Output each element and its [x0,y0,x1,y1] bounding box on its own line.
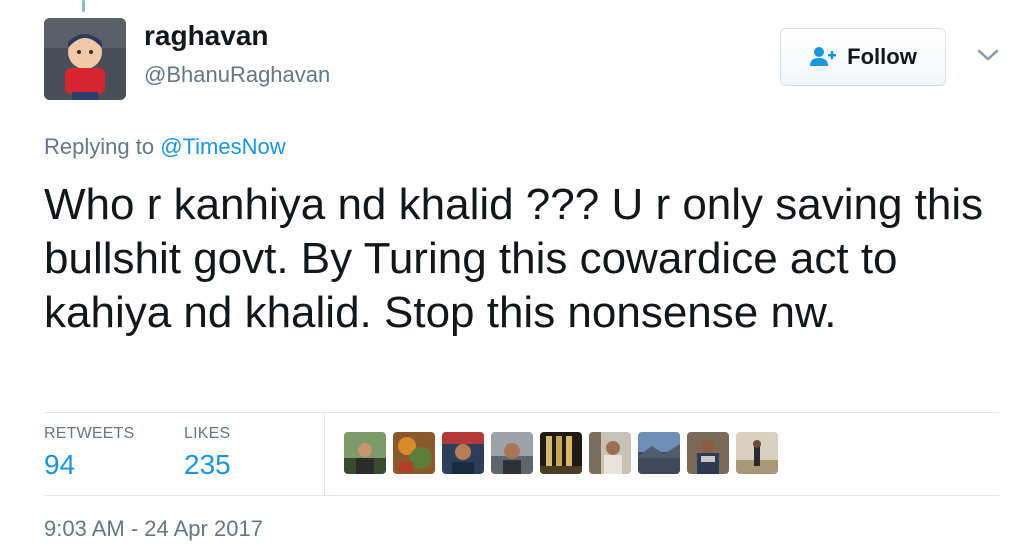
stats-divider [324,413,325,495]
replying-prefix: Replying to [44,134,155,159]
avatar-photo [44,18,126,100]
liker-avatars [344,432,778,474]
liker-avatar[interactable] [344,432,386,474]
add-user-icon [810,47,837,66]
liker-avatar[interactable] [393,432,435,474]
likes-count: 235 [184,449,231,480]
follow-button[interactable]: Follow [780,28,946,86]
author-screen-name[interactable]: @BhanuRaghavan [144,62,330,88]
liker-avatar[interactable] [736,432,778,474]
likes-stat[interactable]: LIKES 235 [184,425,231,481]
liker-avatar[interactable] [442,432,484,474]
follow-button-label: Follow [847,44,917,69]
tweet-menu-button[interactable] [975,44,1001,66]
liker-avatar[interactable] [638,432,680,474]
tweet-text: Who r kanhiya nd khalid ??? U r only sav… [44,180,984,337]
replying-to-link[interactable]: @TimesNow [160,134,285,159]
tweet-timestamp[interactable]: 9:03 AM - 24 Apr 2017 [44,516,263,542]
author-display-name[interactable]: raghavan [144,20,269,52]
tweet-stats: RETWEETS 94 LIKES 235 [44,412,999,496]
liker-avatar[interactable] [491,432,533,474]
retweets-label: RETWEETS [44,425,135,442]
thread-connector-line [82,0,85,12]
replying-to-line: Replying to @TimesNow [44,134,286,160]
author-avatar[interactable] [44,18,126,100]
retweets-stat[interactable]: RETWEETS 94 [44,425,135,481]
retweets-count: 94 [44,449,76,480]
liker-avatar[interactable] [589,432,631,474]
liker-avatar[interactable] [540,432,582,474]
liker-avatar[interactable] [687,432,729,474]
chevron-down-icon [977,49,999,61]
likes-label: LIKES [184,425,231,442]
